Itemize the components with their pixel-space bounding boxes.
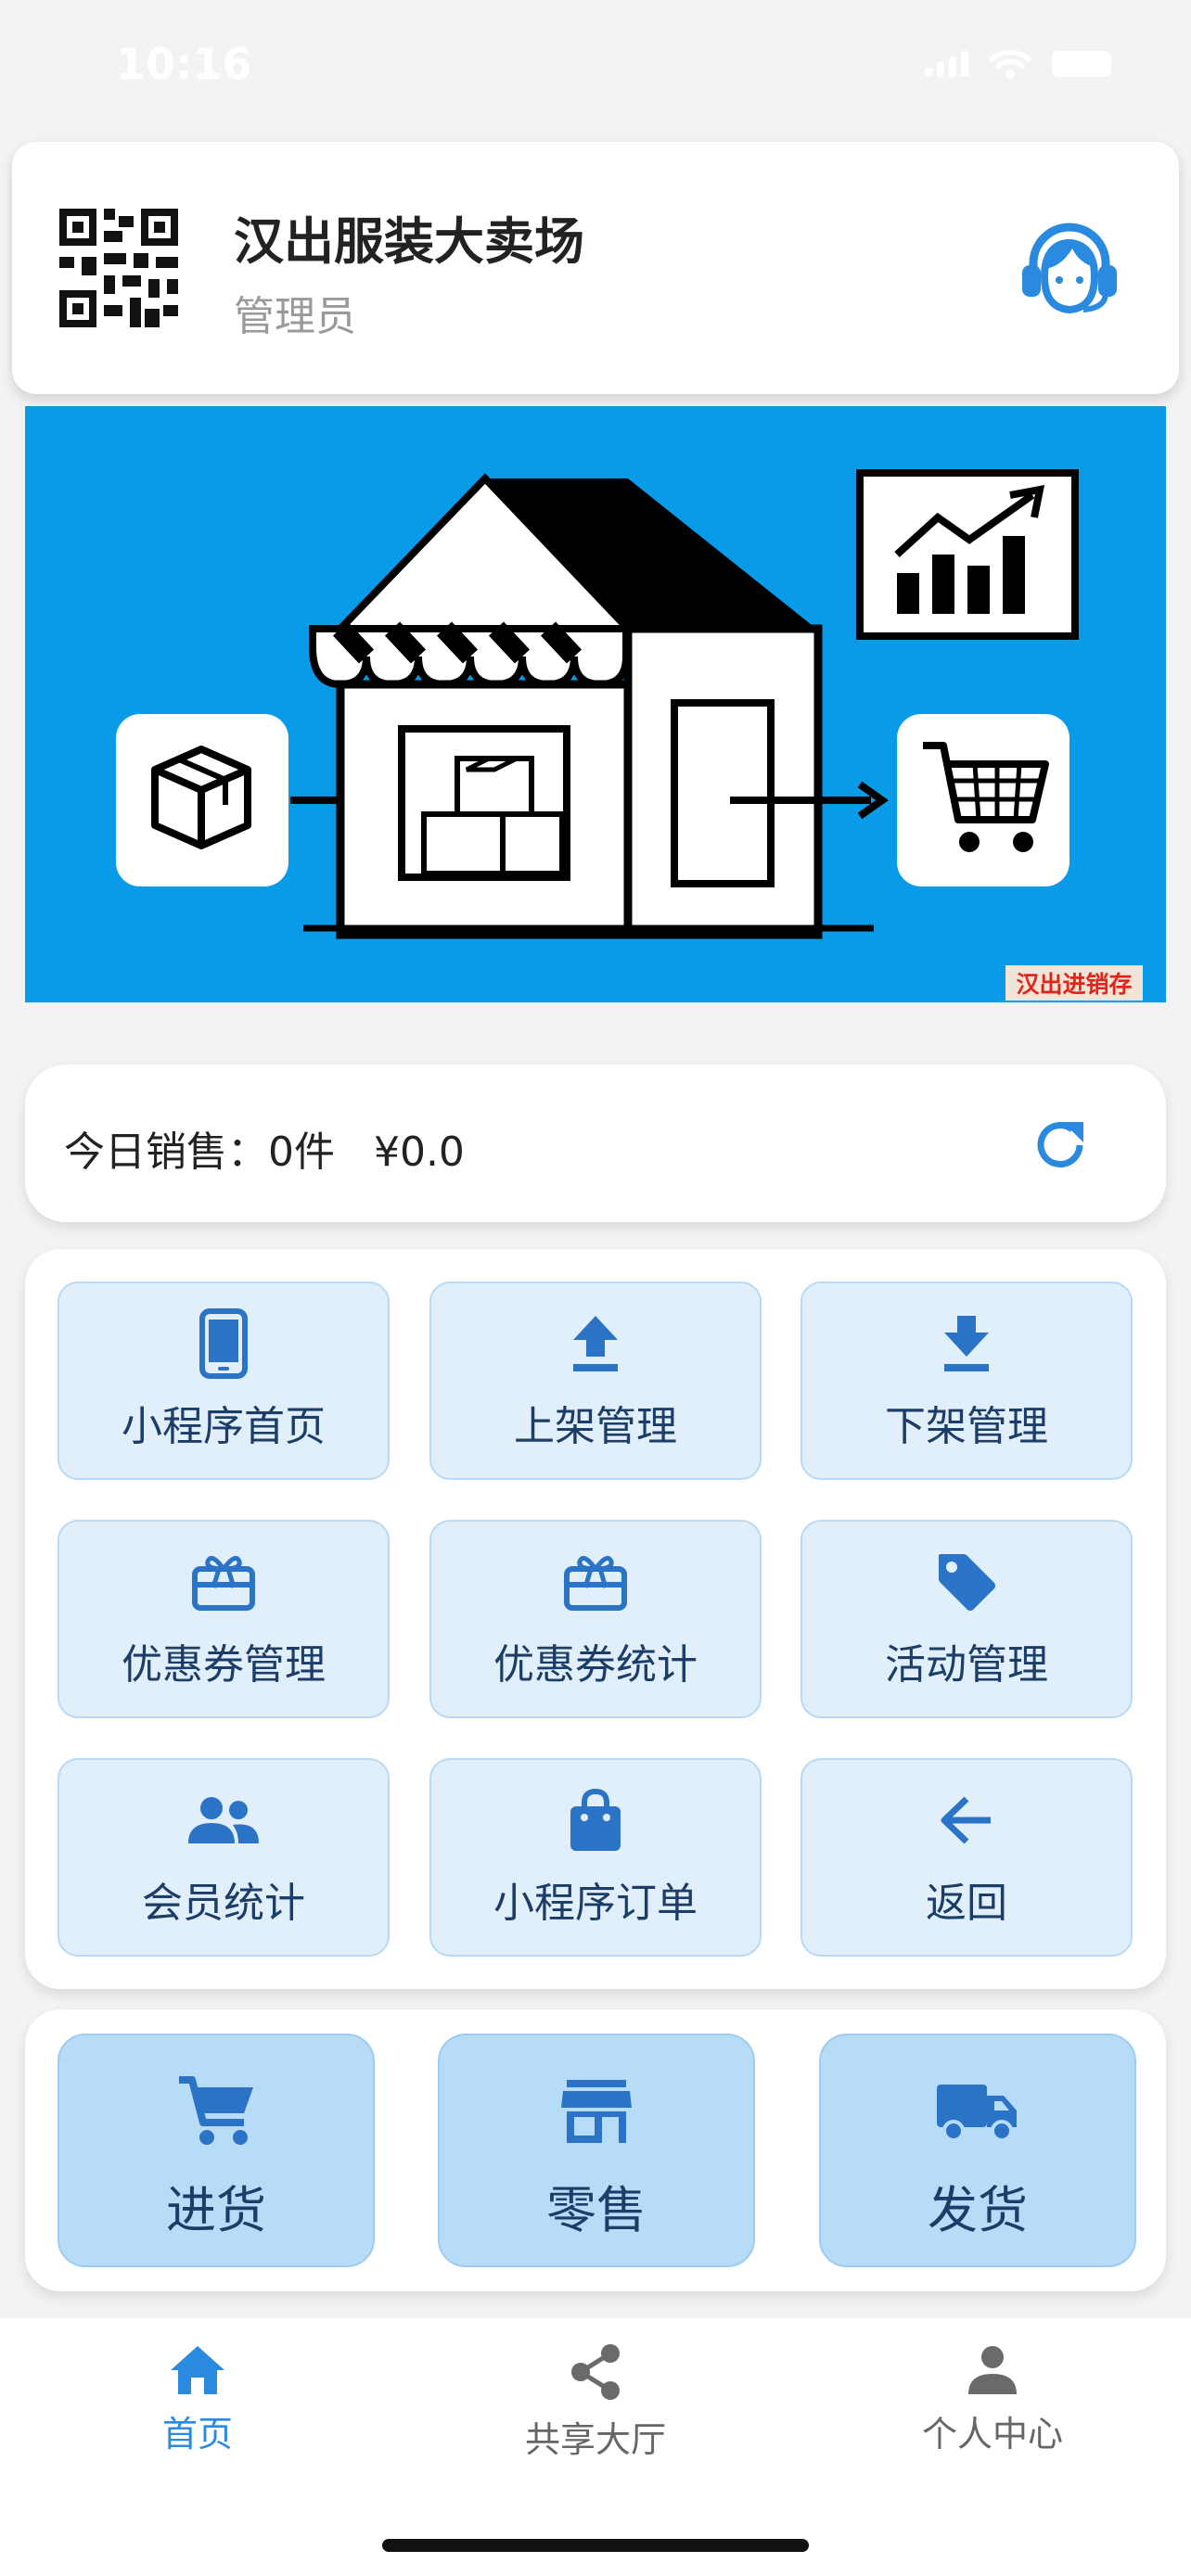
tab-label: 个人中心 — [921, 2414, 1063, 2455]
battery-icon — [1052, 51, 1111, 77]
home-icon — [171, 2346, 224, 2394]
store-illustration — [116, 469, 1079, 939]
bag-icon — [570, 1788, 621, 1851]
refresh-icon[interactable] — [1030, 1115, 1091, 1176]
qr-code-icon[interactable] — [59, 209, 178, 327]
arrow-left-icon — [941, 1796, 991, 1844]
grid-item-member-statistics[interactable]: 会员统计 — [58, 1758, 390, 1957]
share-icon — [571, 2344, 620, 2400]
grid-item-label: 会员统计 — [142, 1880, 305, 1927]
upload-icon — [573, 1316, 618, 1371]
grid-item-coupon-management[interactable]: 优惠券管理 — [58, 1520, 390, 1718]
status-time: 10:16 — [116, 39, 252, 89]
tab-personal-center[interactable]: 个人中心 — [853, 2344, 1132, 2456]
purchase-button[interactable]: 进货 — [58, 2034, 375, 2267]
store-header-card — [12, 142, 1179, 394]
today-sales-summary: 今日销售：0件 ¥0.0 — [64, 1129, 465, 1176]
retail-button[interactable]: 零售 — [438, 2034, 755, 2267]
grid-item-back[interactable]: 返回 — [800, 1758, 1133, 1957]
action-label: 零售 — [546, 2181, 647, 2239]
grid-item-listing-management[interactable]: 上架管理 — [429, 1282, 762, 1480]
tab-label: 首页 — [161, 2414, 233, 2455]
status-icons — [925, 48, 1111, 80]
tab-shared-hall[interactable]: 共享大厅 — [456, 2342, 735, 2462]
action-label: 发货 — [928, 2181, 1028, 2239]
signal-icon — [925, 51, 968, 77]
shipping-button[interactable]: 发货 — [819, 2034, 1136, 2267]
grid-item-label: 小程序订单 — [493, 1880, 698, 1927]
grid-item-miniprogram-orders[interactable]: 小程序订单 — [429, 1758, 762, 1957]
store-role: 管理员 — [234, 293, 356, 340]
grid-item-label: 上架管理 — [514, 1403, 677, 1450]
grid-item-activity-management[interactable]: 活动管理 — [800, 1520, 1133, 1718]
coupon-icon — [564, 1555, 627, 1611]
tab-label: 共享大厅 — [524, 2419, 666, 2460]
action-label: 进货 — [166, 2181, 266, 2239]
cart-icon — [179, 2076, 253, 2145]
members-icon — [188, 1797, 259, 1843]
person-icon — [968, 2346, 1017, 2394]
grid-item-label: 活动管理 — [885, 1641, 1048, 1689]
coupon-icon — [192, 1555, 255, 1611]
tag-icon — [939, 1554, 995, 1611]
grid-item-label: 优惠券管理 — [122, 1641, 326, 1689]
cart-icon — [897, 714, 1069, 886]
grid-item-delisting-management[interactable]: 下架管理 — [800, 1282, 1133, 1480]
grid-item-coupon-statistics[interactable]: 优惠券统计 — [429, 1520, 762, 1718]
download-icon — [944, 1316, 989, 1371]
phone-icon — [199, 1308, 248, 1379]
grid-item-label: 下架管理 — [885, 1403, 1048, 1450]
grid-item-miniprogram-home[interactable]: 小程序首页 — [58, 1282, 390, 1480]
truck-icon — [937, 2085, 1017, 2142]
grid-item-label: 返回 — [926, 1880, 1007, 1927]
wifi-icon — [989, 49, 1031, 79]
store-icon — [303, 473, 874, 939]
banner-tag: 汉出进销存 — [1005, 965, 1143, 1001]
chart-icon — [856, 469, 1079, 640]
customer-service-icon[interactable] — [1018, 219, 1121, 315]
grid-item-label: 优惠券统计 — [493, 1641, 698, 1689]
promo-banner[interactable] — [25, 406, 1166, 1002]
tab-home[interactable]: 首页 — [58, 2344, 337, 2456]
store-name: 汉出服装大卖场 — [234, 212, 584, 271]
grid-item-label: 小程序首页 — [122, 1403, 326, 1450]
storefront-icon — [561, 2080, 632, 2143]
home-indicator — [382, 2539, 809, 2552]
box-icon — [116, 714, 288, 886]
